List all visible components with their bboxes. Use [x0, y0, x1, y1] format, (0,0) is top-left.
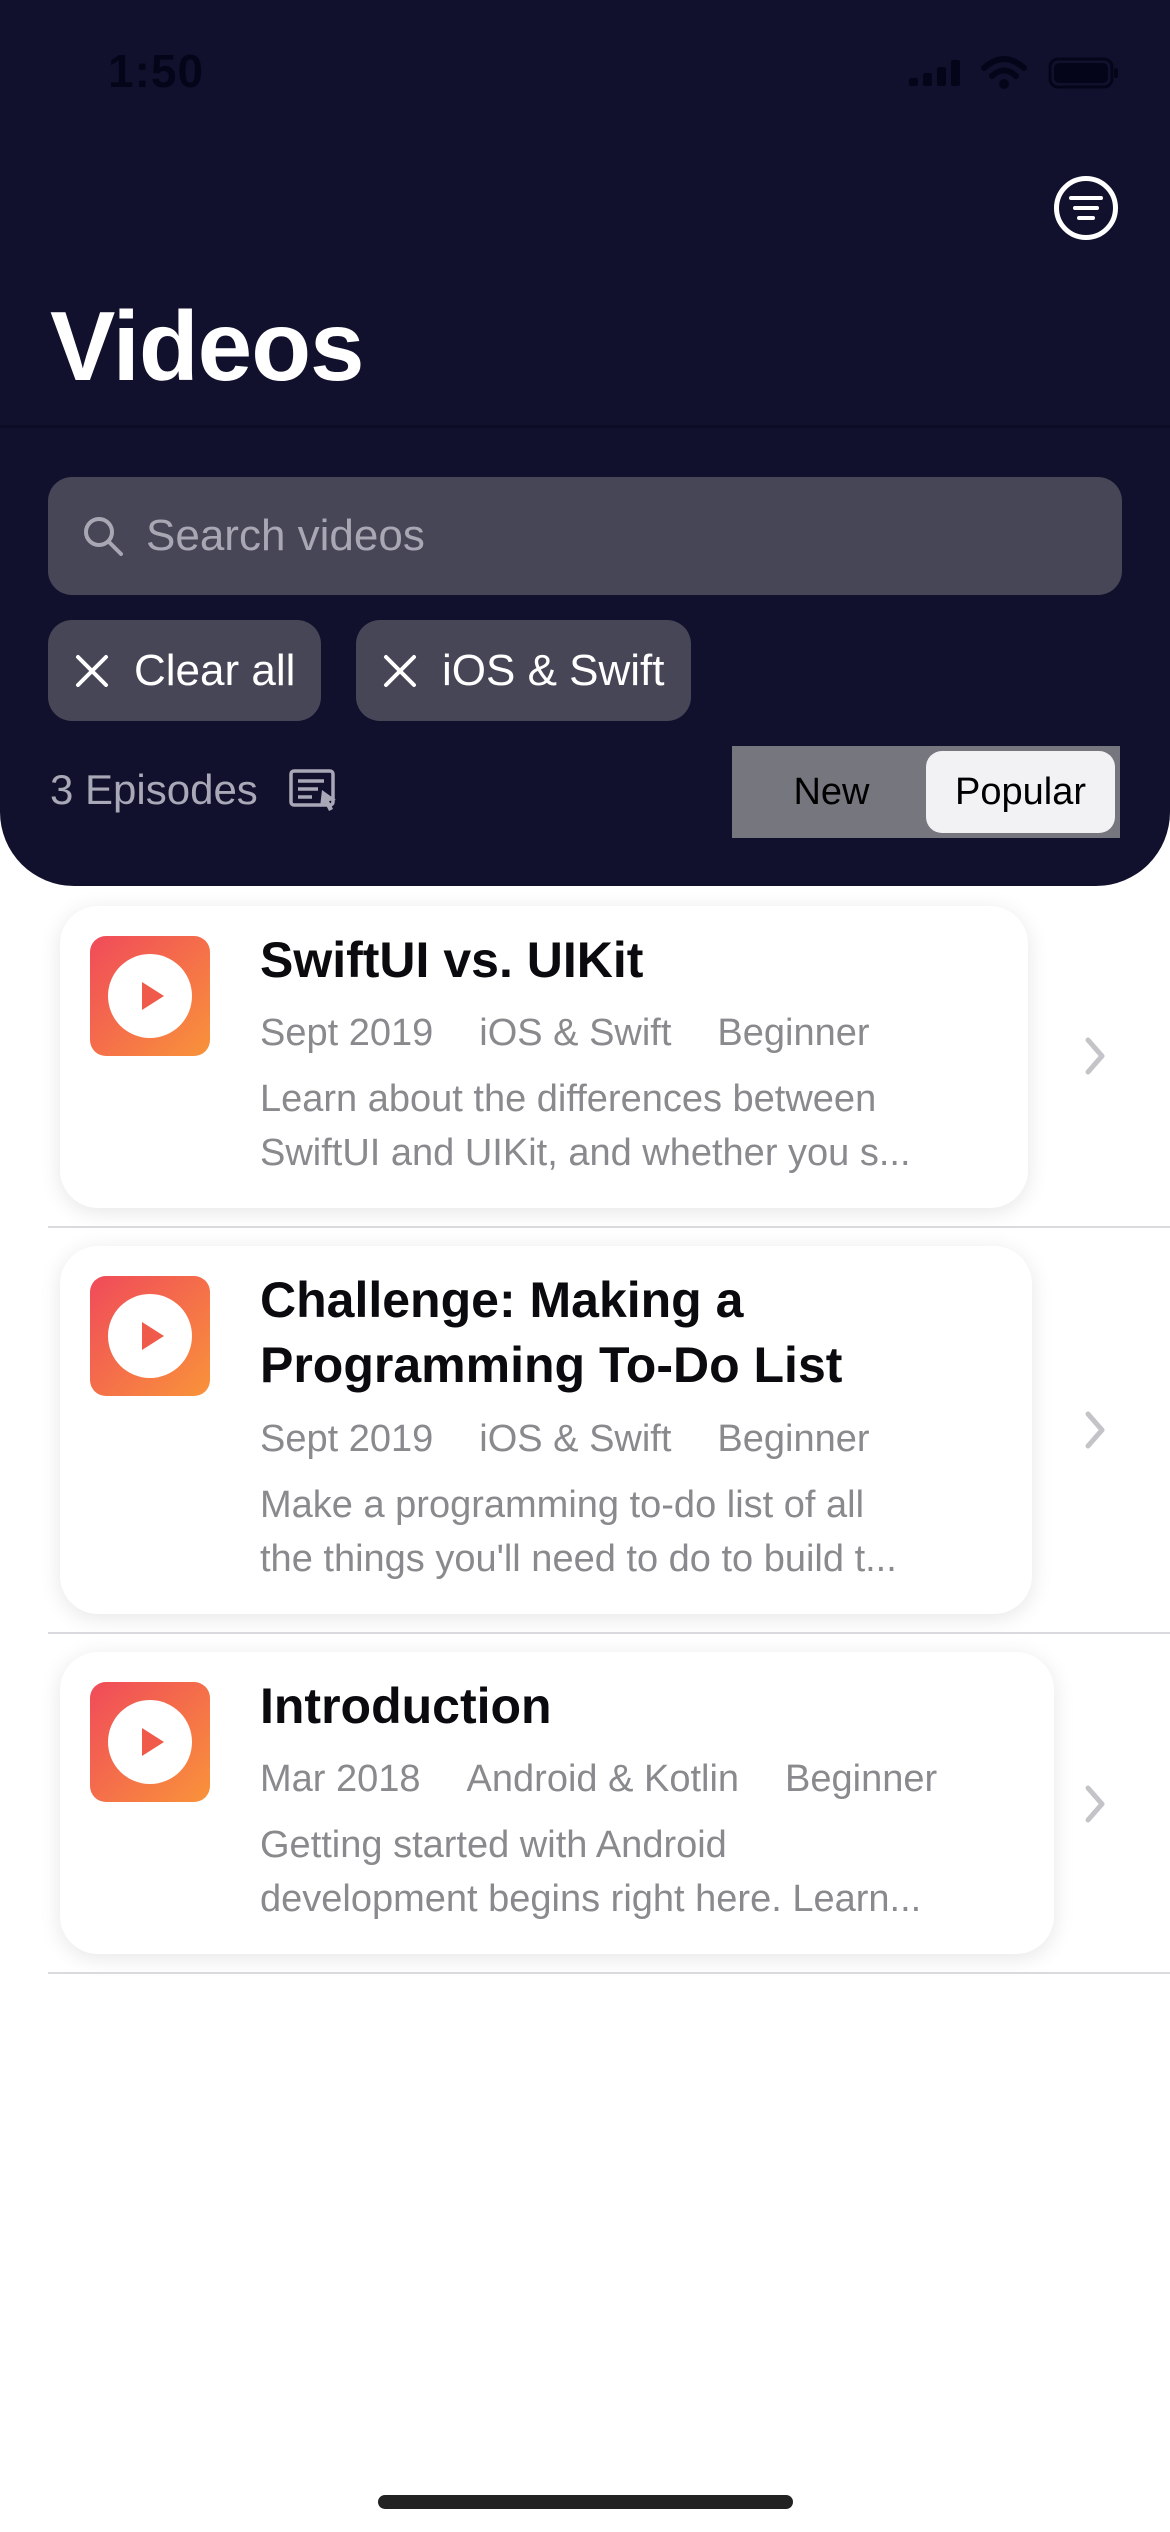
video-date: Sept 2019 — [260, 1012, 434, 1054]
close-icon — [76, 654, 108, 687]
status-icons — [909, 56, 1120, 90]
episode-count: 3 Episodes — [50, 766, 258, 813]
description-line: SwiftUI and UIKit, and whether you s... — [260, 1132, 911, 1174]
description-line: development begins right here. Learn... — [260, 1878, 922, 1920]
close-icon — [384, 654, 416, 687]
header-divider — [0, 425, 1170, 428]
video-meta: Sept 2019 iOS & Swift Beginner — [260, 1012, 916, 1055]
play-icon — [108, 1294, 192, 1378]
video-thumbnail — [90, 1682, 210, 1802]
chip-label: iOS & Swift — [442, 645, 665, 695]
video-description: Learn about the differences between Swif… — [260, 1072, 1000, 1180]
video-level: Beginner — [717, 1012, 870, 1054]
text-list-icon[interactable] — [288, 768, 340, 812]
ios-swift-chip[interactable]: iOS & Swift — [356, 620, 691, 721]
home-indicator[interactable] — [378, 2495, 793, 2509]
battery-icon — [1048, 57, 1118, 89]
title-line: Challenge: Making a — [260, 1272, 744, 1328]
filter-icon[interactable] — [1054, 176, 1118, 240]
description-line: Make a programming to-do list of all — [260, 1484, 865, 1526]
chevron-right-icon[interactable] — [1082, 1784, 1108, 1824]
description-line: Getting started with Android — [260, 1824, 727, 1866]
search-bar[interactable] — [48, 477, 1122, 595]
video-card[interactable]: SwiftUI vs. UIKit Sept 2019 iOS & Swift Be… — [60, 906, 1028, 1208]
video-level: Beginner — [785, 1758, 938, 1800]
video-date: Sept 2019 — [260, 1418, 434, 1460]
video-meta: Mar 2018 Android & Kotlin Beginner — [260, 1758, 983, 1801]
signal-icon — [909, 60, 960, 86]
sort-segmented-control: New Popular — [732, 746, 1120, 838]
search-input[interactable] — [146, 511, 1046, 561]
video-category: Android & Kotlin — [466, 1758, 740, 1800]
row-separator — [48, 1972, 1170, 1974]
wifi-icon — [981, 56, 1027, 89]
row-separator — [48, 1226, 1170, 1228]
search-icon — [84, 517, 123, 556]
video-title: Introduction — [260, 1678, 552, 1734]
description-line: the things you'll need to do to build t.… — [260, 1538, 897, 1580]
video-category: iOS & Swift — [479, 1012, 672, 1054]
clear-all-chip[interactable]: Clear all — [48, 620, 322, 721]
episode-count-row: 3 Episodes — [50, 766, 340, 814]
video-card[interactable]: Challenge: Making a Programming To-Do Li… — [60, 1246, 1032, 1614]
video-level: Beginner — [717, 1418, 870, 1460]
video-description: Getting started with Android development… — [260, 1818, 1000, 1926]
video-title: SwiftUI vs. UIKit — [260, 932, 644, 988]
video-card[interactable]: Introduction Mar 2018 Android & Kotlin Beg… — [60, 1652, 1054, 1954]
chip-label: Clear all — [134, 645, 296, 695]
chevron-right-icon[interactable] — [1082, 1036, 1108, 1076]
video-date: Mar 2018 — [260, 1758, 421, 1800]
video-thumbnail — [90, 1276, 210, 1396]
chevron-right-icon[interactable] — [1082, 1410, 1108, 1450]
status-time: 1:50 — [108, 45, 205, 97]
sort-new-option[interactable]: New — [737, 751, 926, 833]
video-category: iOS & Swift — [479, 1418, 672, 1460]
video-title: Challenge: Making a Programming To-Do Li… — [260, 1268, 842, 1398]
video-thumbnail — [90, 936, 210, 1056]
video-description: Make a programming to-do list of all the… — [260, 1478, 1000, 1586]
play-icon — [108, 954, 192, 1038]
title-line: Programming To-Do List — [260, 1337, 843, 1393]
play-icon — [108, 1700, 192, 1784]
sort-popular-option[interactable]: Popular — [926, 751, 1115, 833]
video-meta: Sept 2019 iOS & Swift Beginner — [260, 1418, 916, 1461]
description-line: Learn about the differences between — [260, 1078, 877, 1120]
page-title: Videos — [50, 291, 365, 401]
row-separator — [48, 1632, 1170, 1634]
